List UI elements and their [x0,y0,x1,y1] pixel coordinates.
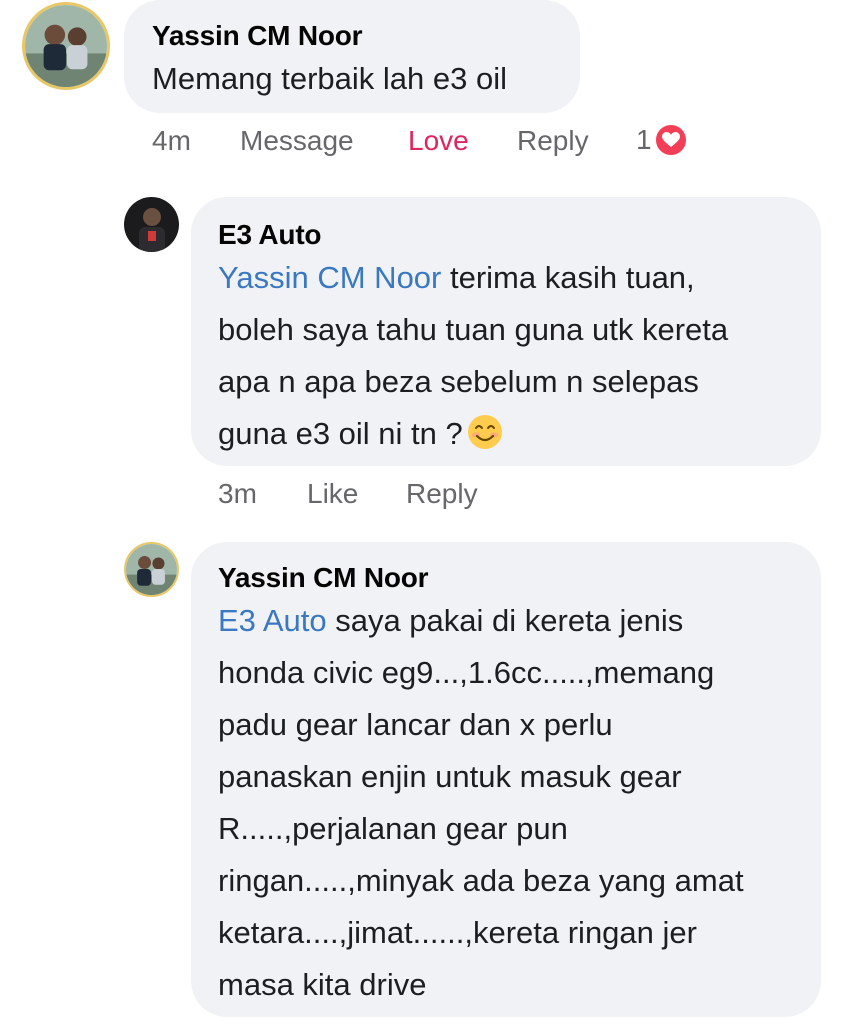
comment-time[interactable]: 3m [218,478,257,510]
avatar-photo [126,544,177,595]
avatar-yassin[interactable] [124,542,179,597]
comment-text: E3 Auto saya pakai di kereta jenis honda… [218,603,744,1002]
reaction-summary[interactable]: 1 [636,123,688,157]
like-button[interactable]: Like [307,478,358,510]
mention-link[interactable]: E3 Auto [218,603,327,638]
avatar-yassin[interactable] [22,2,110,90]
smiling-face-icon [467,415,502,449]
comment-author[interactable]: Yassin CM Noor [152,20,363,52]
avatar-e3-auto[interactable] [124,197,179,252]
comment-actions: 4m Message Love Reply 1 [0,123,848,165]
reaction-count: 1 [636,124,652,155]
comment-text: Yassin CM Noor terima kasih tuan, boleh … [218,260,729,451]
reply-button[interactable]: Reply [517,125,589,157]
message-button[interactable]: Message [240,125,354,157]
mention-link[interactable]: Yassin CM Noor [218,260,441,295]
avatar-photo [25,5,107,87]
comment-text: Memang terbaik lah e3 oil [152,61,507,96]
comment-author[interactable]: E3 Auto [218,219,322,251]
heart-icon [653,123,688,157]
comment-time[interactable]: 4m [152,125,191,157]
love-button[interactable]: Love [408,125,469,157]
reply-button[interactable]: Reply [406,478,478,510]
comment-author[interactable]: Yassin CM Noor [218,562,429,594]
comment-actions: 3m Like Reply [0,478,848,518]
avatar-photo [124,197,179,252]
